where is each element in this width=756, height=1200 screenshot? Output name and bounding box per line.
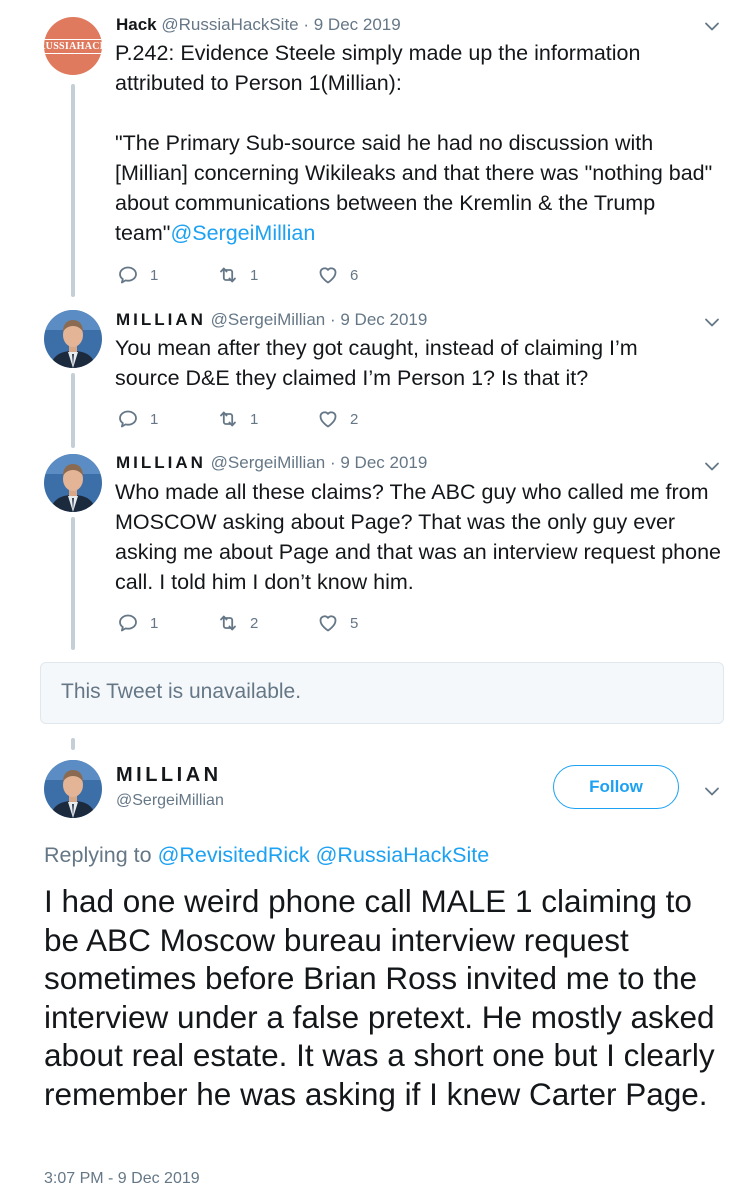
retweet-icon	[220, 615, 236, 631]
reply-mention-link[interactable]: @RevisitedRick	[158, 843, 310, 867]
like-button[interactable]: 6	[316, 263, 416, 287]
mention-link[interactable]: @SergeiMillian	[170, 221, 315, 245]
chevron-down-icon[interactable]	[700, 454, 724, 478]
avatar[interactable]: RUSSIAHACK	[44, 17, 102, 75]
handle[interactable]: @RussiaHackSite	[161, 15, 298, 34]
thread-line	[71, 738, 75, 750]
retweet-button[interactable]: 1	[216, 263, 316, 287]
retweet-button[interactable]: 2	[216, 611, 316, 635]
reply-icon	[119, 410, 137, 428]
display-name[interactable]: MILLIAN	[116, 764, 222, 787]
timestamp[interactable]: · 9 Dec 2019	[330, 453, 427, 472]
thread-line	[71, 373, 75, 448]
avatar-logo-text: RUSSIAHACK	[44, 38, 102, 54]
tweet-actions: 1 1 2	[116, 407, 416, 431]
unavailable-tweet-notice: This Tweet is unavailable.	[40, 662, 724, 724]
reply-count: 1	[150, 266, 159, 284]
tweet-text: I had one weird phone call MALE 1 claimi…	[44, 883, 715, 1112]
unavailable-text: This Tweet is unavailable.	[61, 680, 302, 703]
like-button[interactable]: 2	[316, 407, 416, 431]
avatar[interactable]	[44, 310, 102, 368]
avatar[interactable]	[44, 454, 102, 512]
retweet-count: 2	[250, 614, 259, 632]
reply-mention-link[interactable]: @RussiaHackSite	[316, 843, 490, 867]
like-count: 2	[350, 410, 359, 428]
chevron-down-icon[interactable]	[700, 14, 724, 38]
retweet-icon	[220, 267, 236, 283]
reply-button[interactable]: 1	[116, 407, 216, 431]
tweet-actions: 1 1 6	[116, 263, 416, 287]
tweet-timestamp[interactable]: 3:07 PM - 9 Dec 2019	[44, 1170, 200, 1188]
handle[interactable]: @SergeiMillian	[211, 310, 326, 329]
display-name[interactable]: MILLIAN	[116, 453, 206, 472]
chevron-down-icon[interactable]	[700, 310, 724, 334]
handle[interactable]: @SergeiMillian	[211, 453, 326, 472]
tweet-text: P.242: Evidence Steele simply made up th…	[115, 41, 713, 245]
tweet-actions: 1 2 5	[116, 611, 416, 635]
like-icon	[319, 267, 337, 284]
retweet-count: 1	[250, 410, 259, 428]
reply-button[interactable]: 1	[116, 263, 216, 287]
timestamp[interactable]: · 9 Dec 2019	[303, 15, 400, 34]
like-icon	[319, 411, 337, 428]
thread-line	[71, 84, 75, 297]
tweet-text: Who made all these claims? The ABC guy w…	[115, 480, 721, 594]
like-count: 5	[350, 614, 359, 632]
tweet-text: You mean after they got caught, instead …	[115, 336, 638, 390]
follow-button[interactable]: Follow	[553, 765, 679, 809]
tweet-header: Hack @RussiaHackSite · 9 Dec 2019	[116, 15, 401, 35]
like-icon	[319, 615, 337, 632]
replying-to: Replying to @RevisitedRick @RussiaHackSi…	[44, 843, 489, 868]
replying-prefix: Replying to	[44, 843, 152, 867]
display-name[interactable]: MILLIAN	[116, 310, 206, 329]
reply-count: 1	[150, 614, 159, 632]
timestamp[interactable]: · 9 Dec 2019	[330, 310, 427, 329]
reply-count: 1	[150, 410, 159, 428]
reply-icon	[119, 614, 137, 632]
reply-button[interactable]: 1	[116, 611, 216, 635]
thread-line	[71, 517, 75, 650]
retweet-button[interactable]: 1	[216, 407, 316, 431]
tweet-header: MILLIAN @SergeiMillian · 9 Dec 2019	[116, 453, 427, 473]
tweet-header: MILLIAN @SergeiMillian · 9 Dec 2019	[116, 310, 427, 330]
avatar[interactable]	[44, 760, 102, 818]
reply-icon	[119, 266, 137, 284]
handle[interactable]: @SergeiMillian	[116, 792, 224, 810]
display-name[interactable]: Hack	[116, 15, 157, 34]
like-button[interactable]: 5	[316, 611, 416, 635]
chevron-down-icon[interactable]	[700, 779, 724, 803]
like-count: 6	[350, 266, 359, 284]
retweet-count: 1	[250, 266, 259, 284]
retweet-icon	[220, 411, 236, 427]
